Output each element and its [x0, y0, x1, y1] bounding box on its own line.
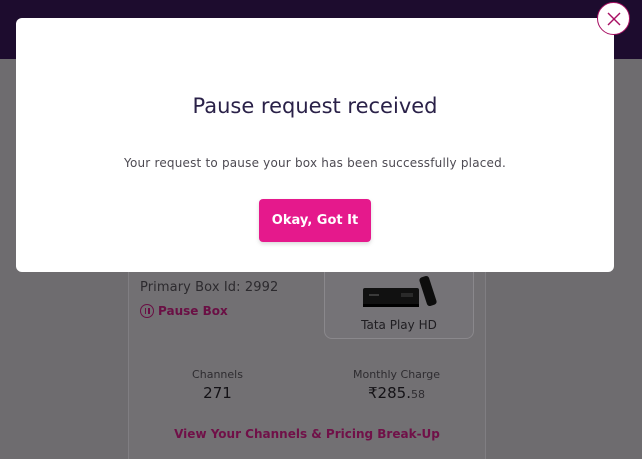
- pause-confirmation-modal: Pause request received Your request to p…: [16, 18, 614, 272]
- device-name: Tata Play HD: [361, 318, 437, 332]
- monthly-charge-stat: Monthly Charge ₹285.58: [307, 368, 486, 402]
- okay-got-it-button[interactable]: Okay, Got It: [259, 199, 371, 242]
- modal-message: Your request to pause your box has been …: [124, 156, 506, 170]
- view-channels-pricing-link[interactable]: View Your Channels & Pricing Break-Up: [128, 427, 486, 441]
- box-info: Primary Box Id: 2992 Pause Box: [140, 280, 278, 318]
- monthly-charge-amount: ₹285.: [368, 384, 411, 402]
- close-modal-button[interactable]: [597, 2, 630, 35]
- channels-stat: Channels 271: [128, 368, 307, 402]
- channels-label: Channels: [192, 368, 243, 381]
- channels-value: 271: [203, 384, 232, 402]
- pause-icon: [140, 304, 154, 318]
- pause-box-link[interactable]: Pause Box: [140, 304, 278, 318]
- monthly-charge-value: ₹285.58: [307, 384, 486, 402]
- primary-box-id: Primary Box Id: 2992: [140, 280, 279, 295]
- monthly-charge-decimals: 58: [410, 388, 425, 401]
- pause-box-label: Pause Box: [158, 304, 228, 318]
- set-top-box-image: [363, 275, 437, 307]
- modal-title: Pause request received: [192, 94, 438, 118]
- stats-row: Channels 271 Monthly Charge ₹285.58: [128, 368, 486, 408]
- monthly-charge-label: Monthly Charge: [352, 368, 440, 381]
- close-icon: [607, 12, 620, 25]
